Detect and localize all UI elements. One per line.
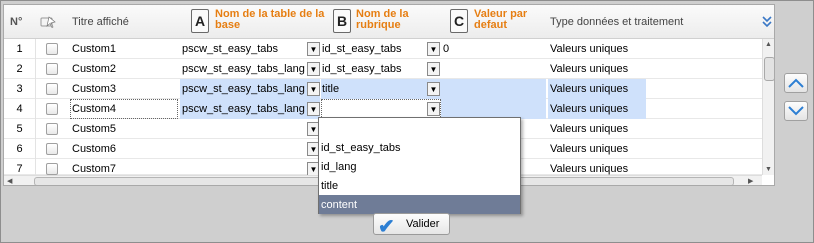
row-checkbox[interactable]	[46, 103, 58, 115]
header-select-icon[interactable]	[40, 5, 56, 39]
vertical-scrollbar[interactable]: ▲ ▼	[762, 39, 774, 175]
row-checkbox[interactable]	[46, 123, 58, 135]
row-default-value[interactable]	[441, 59, 546, 79]
row-rubrique-select[interactable]	[321, 99, 441, 119]
rubrique-dropdown-list[interactable]: id_st_easy_tabs id_lang title content	[318, 117, 521, 214]
chevron-up-icon	[788, 78, 804, 88]
row-type[interactable]: Valeurs uniques	[548, 39, 646, 59]
column-a-badge: A	[191, 9, 209, 33]
row-title[interactable]: Custom4	[70, 99, 178, 119]
dropdown-option[interactable]: id_st_easy_tabs	[319, 138, 520, 157]
double-chevron-down-icon[interactable]	[762, 5, 772, 39]
table-row[interactable]: 1 Custom1 pscw_st_easy_tabs ▼ id_st_easy…	[4, 39, 764, 59]
row-table-select[interactable]: pscw_st_easy_tabs_lang	[180, 99, 320, 119]
scroll-up-icon[interactable]: ▲	[765, 41, 772, 48]
dropdown-arrow-icon[interactable]: ▼	[307, 42, 320, 56]
row-rubrique-select[interactable]: id_st_easy_tabs	[321, 39, 441, 59]
dropdown-arrow-icon[interactable]: ▼	[307, 82, 320, 96]
header-title: Titre affiché	[72, 16, 129, 28]
header-type: Type données et traitement	[550, 16, 684, 28]
dropdown-option[interactable]: title	[319, 176, 520, 195]
row-table-select[interactable]: pscw_st_easy_tabs	[180, 39, 320, 59]
dropdown-arrow-icon[interactable]: ▼	[307, 62, 320, 76]
row-number: 3	[4, 79, 36, 99]
row-checkbox[interactable]	[46, 163, 58, 175]
row-type[interactable]: Valeurs uniques	[548, 59, 646, 79]
row-checkbox[interactable]	[46, 83, 58, 95]
column-c-badge: C	[450, 9, 468, 33]
row-title[interactable]: Custom3	[70, 79, 178, 99]
dropdown-option-selected[interactable]: content	[319, 195, 520, 214]
row-checkbox[interactable]	[46, 143, 58, 155]
row-table-select[interactable]	[180, 119, 320, 139]
valider-label: Valider	[406, 218, 440, 230]
checkmark-icon: ✔	[378, 216, 395, 238]
dropdown-arrow-icon[interactable]: ▼	[427, 102, 440, 116]
row-type[interactable]: Valeurs uniques	[548, 119, 646, 139]
dropdown-option[interactable]: id_lang	[319, 157, 520, 176]
table-row[interactable]: 2 Custom2 pscw_st_easy_tabs_lang ▼ id_st…	[4, 59, 764, 79]
move-down-button[interactable]	[784, 101, 808, 121]
table-row[interactable]: 4 Custom4 pscw_st_easy_tabs_lang ▼ ▼ Val…	[4, 99, 764, 119]
header-rubrique: Nom de la rubrique	[356, 8, 409, 31]
grid-header: N° Titre affiché A Nom de la table de la…	[4, 5, 774, 39]
dropdown-option[interactable]	[319, 119, 520, 138]
row-title[interactable]: Custom2	[70, 59, 178, 79]
dropdown-arrow-icon[interactable]: ▼	[427, 62, 440, 76]
row-title[interactable]: Custom5	[70, 119, 178, 139]
row-type[interactable]: Valeurs uniques	[548, 139, 646, 159]
header-table: Nom de la table de la base	[215, 8, 325, 31]
row-number: 4	[4, 99, 36, 119]
row-rubrique-select[interactable]: title	[321, 79, 441, 99]
row-number: 5	[4, 119, 36, 139]
move-up-button[interactable]	[784, 73, 808, 93]
row-table-select[interactable]: pscw_st_easy_tabs_lang	[180, 79, 320, 99]
row-default-value[interactable]	[441, 99, 546, 119]
valider-button[interactable]: ✔ Valider	[373, 213, 450, 238]
row-table-select[interactable]: pscw_st_easy_tabs_lang	[180, 59, 320, 79]
header-num: N°	[10, 16, 23, 28]
row-number: 1	[4, 39, 36, 59]
mapping-panel: N° Titre affiché A Nom de la table de la…	[0, 0, 814, 243]
row-number: 6	[4, 139, 36, 159]
vertical-scroll-thumb[interactable]	[764, 57, 774, 81]
row-title[interactable]: Custom1	[70, 39, 178, 59]
row-default-value[interactable]	[441, 79, 546, 99]
chevron-down-icon	[788, 106, 804, 116]
row-checkbox[interactable]	[46, 63, 58, 75]
table-row[interactable]: 3 Custom3 pscw_st_easy_tabs_lang ▼ title…	[4, 79, 764, 99]
dropdown-arrow-icon[interactable]: ▼	[427, 82, 440, 96]
scroll-right-icon[interactable]: ▶	[748, 177, 753, 185]
scroll-down-icon[interactable]: ▼	[765, 166, 772, 173]
row-number: 2	[4, 59, 36, 79]
row-rubrique-select[interactable]: id_st_easy_tabs	[321, 59, 441, 79]
row-checkbox[interactable]	[46, 43, 58, 55]
row-default-value[interactable]: 0	[441, 39, 546, 59]
row-type[interactable]: Valeurs uniques	[548, 79, 646, 99]
scroll-left-icon[interactable]: ◀	[7, 177, 12, 185]
row-title[interactable]: Custom6	[70, 139, 178, 159]
column-b-badge: B	[333, 9, 351, 33]
row-type[interactable]: Valeurs uniques	[548, 99, 646, 119]
header-default: Valeur par defaut	[474, 8, 528, 31]
dropdown-arrow-icon[interactable]: ▼	[427, 42, 440, 56]
dropdown-arrow-icon[interactable]: ▼	[307, 102, 320, 116]
row-table-select[interactable]	[180, 139, 320, 159]
